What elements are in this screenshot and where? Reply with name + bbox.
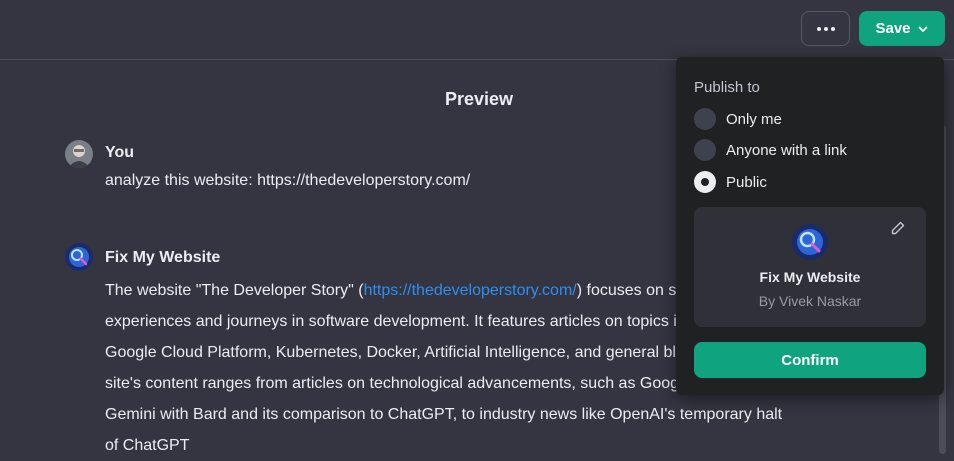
more-options-button[interactable]: [801, 11, 850, 46]
publish-panel: Publish to Only me Anyone with a link Pu…: [676, 57, 944, 395]
pencil-icon[interactable]: [890, 220, 906, 236]
radio-only-me[interactable]: [694, 108, 716, 130]
gpt-card: Fix My Website By Vivek Naskar: [694, 207, 926, 327]
top-bar: Save: [0, 0, 954, 60]
website-link[interactable]: https://thedeveloperstory.com/: [364, 282, 577, 299]
option-anyone-with-link[interactable]: Anyone with a link: [694, 139, 847, 161]
gpt-avatar: [65, 243, 93, 271]
gpt-card-author: By Vivek Naskar: [758, 293, 862, 309]
gpt-card-name: Fix My Website: [759, 269, 861, 285]
user-message-author: You: [105, 144, 135, 161]
more-horizontal-icon: [816, 26, 835, 31]
user-avatar: [65, 140, 93, 168]
option-only-me-label: Only me: [726, 110, 782, 128]
radio-anyone-with-link[interactable]: [694, 139, 716, 161]
option-public-label: Public: [726, 173, 767, 191]
chevron-down-icon: [918, 26, 927, 32]
radio-public[interactable]: [694, 171, 716, 193]
save-button-label: Save: [875, 20, 911, 37]
publish-to-label: Publish to: [694, 79, 760, 96]
option-only-me[interactable]: Only me: [694, 108, 782, 130]
save-button[interactable]: Save: [859, 11, 945, 46]
gpt-card-avatar: [792, 224, 828, 260]
user-message-text: analyze this website: https://thedevelop…: [105, 172, 471, 189]
gpt-message-author: Fix My Website: [105, 249, 221, 266]
confirm-button[interactable]: Confirm: [694, 342, 926, 378]
option-public[interactable]: Public: [694, 171, 767, 193]
gpt-message-text-start: The website "The Developer Story" (: [105, 282, 364, 299]
option-anyone-with-link-label: Anyone with a link: [726, 141, 847, 159]
